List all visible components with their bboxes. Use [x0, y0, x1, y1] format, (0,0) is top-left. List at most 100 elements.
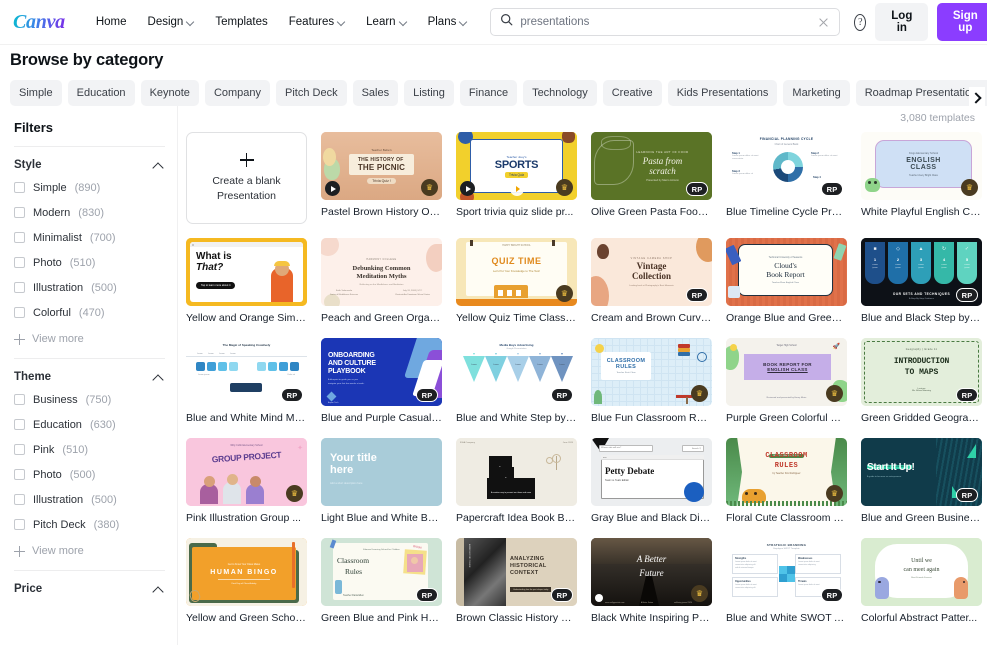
template-thumbnail[interactable]: Your titlehere Add a short description h…: [321, 438, 442, 506]
checkbox[interactable]: [14, 469, 25, 480]
template-title[interactable]: Pastel Brown History Of ...: [321, 206, 442, 218]
checkbox[interactable]: [14, 419, 25, 430]
template-thumbnail[interactable]: A Better Future www.reallygreatsite.com …: [591, 538, 712, 606]
filter-group-header[interactable]: Price: [14, 583, 165, 599]
filter-option[interactable]: Illustration(500): [14, 275, 165, 300]
template-thumbnail[interactable]: The Magic of Speaking Creatively LoremLo…: [186, 338, 307, 406]
filter-option[interactable]: Modern(830): [14, 200, 165, 225]
template-title[interactable]: Blue and White Step by S...: [456, 412, 577, 424]
category-chip[interactable]: Company: [205, 80, 270, 106]
checkbox[interactable]: [14, 257, 25, 268]
template-title[interactable]: Brown Classic History Ed...: [456, 612, 577, 624]
category-chip[interactable]: Technology: [523, 80, 597, 106]
template-thumbnail[interactable]: HAPPY BRIGHT SCHOOL QUIZ TIME Let's Put …: [456, 238, 577, 306]
template-thumbnail[interactable]: LEARNING THE ART OF FOOD Pasta from scra…: [591, 132, 712, 200]
template-thumbnail[interactable]: 🚀 Target High School BOOK REPORT FOR ENG…: [726, 338, 847, 406]
template-thumbnail[interactable]: IDEA Company June 2024 Idea Book A creat…: [456, 438, 577, 506]
category-chip[interactable]: Listing: [404, 80, 454, 106]
template-thumbnail[interactable]: VINTAGE CAMERA SHOP Vintage Collection L…: [591, 238, 712, 306]
nav-item-features[interactable]: Features: [280, 10, 354, 34]
template-thumbnail[interactable]: HARMONY COLLEGE Debunking CommonMeditati…: [321, 238, 442, 306]
filter-option[interactable]: Photo(510): [14, 250, 165, 275]
template-title[interactable]: Black White Inspiring Ph...: [591, 612, 712, 624]
filter-group-header[interactable]: Theme: [14, 371, 165, 387]
template-title[interactable]: Peach and Green Organic...: [321, 312, 442, 324]
search-input[interactable]: [520, 16, 810, 28]
category-chip[interactable]: Marketing: [783, 80, 849, 106]
template-thumbnail[interactable]: Media Buys Advertising Google Presentati…: [456, 338, 577, 406]
nav-item-learn[interactable]: Learn: [357, 10, 415, 34]
filter-option[interactable]: Pink(510): [14, 437, 165, 462]
checkbox[interactable]: [14, 207, 25, 218]
template-title[interactable]: Gray Blue and Black Digit...: [591, 512, 712, 524]
template-thumbnail[interactable]: STRATEGIC BRANDING Employee SWOT Templat…: [726, 538, 847, 606]
template-title[interactable]: Purple Green Colorful Pa...: [726, 412, 847, 424]
nav-item-home[interactable]: Home: [87, 10, 136, 34]
nav-item-design[interactable]: Design: [139, 10, 204, 34]
template-thumbnail[interactable]: ■ 1 Loremipsum ◇ 2 Loremipsum ▲ 3 Loremi…: [861, 238, 982, 306]
play-icon[interactable]: [460, 181, 475, 196]
template-title[interactable]: Floral Cute Classroom R...: [726, 512, 847, 524]
template-title[interactable]: Olive Green Pasta Food R...: [591, 206, 712, 218]
help-icon[interactable]: ?: [854, 14, 866, 31]
template-thumbnail[interactable]: Get to Know Your Class Mates HUMAN BINGO…: [186, 538, 307, 606]
template-title[interactable]: Pink Illustration Group ...: [186, 512, 307, 524]
template-thumbnail[interactable]: CLASSROOM RULES Teacher Kirsti Chan ♛: [591, 338, 712, 406]
template-thumbnail[interactable]: A BRIEF HISTORY COURSE ANALYZINGHISTORIC…: [456, 538, 577, 606]
checkbox[interactable]: [14, 394, 25, 405]
filter-option[interactable]: Minimalist(700): [14, 225, 165, 250]
template-title[interactable]: Blue Timeline Cycle Pres...: [726, 206, 847, 218]
template-title[interactable]: Yellow Quiz Time Class Ill...: [456, 312, 577, 324]
chips-next-arrow-icon[interactable]: [969, 87, 985, 109]
filter-option[interactable]: Business(750): [14, 387, 165, 412]
template-title[interactable]: Blue Fun Classroom Rule...: [591, 412, 712, 424]
template-thumbnail[interactable]: Teacher Joey's SPORTS Trivia Quiz♛: [456, 132, 577, 200]
template-title[interactable]: Green Gridded Geograp...: [861, 412, 982, 424]
category-chip[interactable]: Finance: [460, 80, 517, 106]
checkbox[interactable]: [14, 232, 25, 243]
signup-button[interactable]: Sign up: [937, 3, 987, 41]
checkbox[interactable]: [14, 519, 25, 530]
template-thumbnail[interactable]: Willy Cobb Elementary School GROUP PROJE…: [186, 438, 307, 506]
checkbox[interactable]: [14, 494, 25, 505]
template-title[interactable]: Colorful Abstract Patter...: [861, 612, 982, 624]
category-chip[interactable]: Kids Presentations: [668, 80, 778, 106]
template-thumbnail[interactable]: Whose side will win? Search ⚲ ●●● Petty …: [591, 438, 712, 506]
template-title[interactable]: Blue and White SWOT An...: [726, 612, 847, 624]
play-icon[interactable]: [325, 181, 340, 196]
template-title[interactable]: Sport trivia quiz slide pr...: [456, 206, 577, 218]
template-thumbnail[interactable]: Until we can meet again Best Friends For…: [861, 538, 982, 606]
template-thumbnail[interactable]: FINANCIAL PLANNING CYCLE Chart of Genera…: [726, 132, 847, 200]
play-preview-icon[interactable]: [510, 182, 524, 196]
nav-item-templates[interactable]: Templates: [206, 10, 276, 34]
template-title[interactable]: Green Blue and Pink Han...: [321, 612, 442, 624]
template-title[interactable]: Blue and Green Business ...: [861, 512, 982, 524]
category-chip[interactable]: Keynote: [141, 80, 199, 106]
template-thumbnail[interactable]: ONBOARDINGAND CULTUREPLAYBOOK A blueprin…: [321, 338, 442, 406]
category-chip[interactable]: Roadmap Presentations: [856, 80, 987, 106]
category-chip[interactable]: Sales: [353, 80, 399, 106]
view-more-button[interactable]: View more: [14, 537, 165, 559]
login-button[interactable]: Log in: [875, 3, 928, 41]
template-title[interactable]: Papercraft Idea Book Bra...: [456, 512, 577, 524]
template-thumbnail[interactable]: Edmond Learning School for Children Clas…: [321, 538, 442, 606]
search-box[interactable]: [490, 8, 840, 36]
clear-search-icon[interactable]: [817, 16, 830, 29]
template-title[interactable]: Blue and Black Step by St...: [861, 312, 982, 324]
filter-option[interactable]: Colorful(470): [14, 300, 165, 325]
filter-option[interactable]: Simple(890): [14, 175, 165, 200]
template-thumbnail[interactable]: REALLY GREAT SCHOOL CLASSROOM RULES by T…: [726, 438, 847, 506]
filter-option[interactable]: Illustration(500): [14, 487, 165, 512]
template-title[interactable]: Yellow and Orange Simpl...: [186, 312, 307, 324]
template-thumbnail[interactable]: Technical University of Seasons Cloud's …: [726, 238, 847, 306]
template-thumbnail[interactable]: Geography | Grade 11 INTRODUCTION TO MAP…: [861, 338, 982, 406]
template-title[interactable]: Blue and Purple Casual C...: [321, 412, 442, 424]
template-title[interactable]: Cream and Brown Curvy ...: [591, 312, 712, 324]
filter-option[interactable]: Photo(500): [14, 462, 165, 487]
filter-option[interactable]: Education(630): [14, 412, 165, 437]
category-chip[interactable]: Pitch Deck: [276, 80, 347, 106]
view-more-button[interactable]: View more: [14, 325, 165, 347]
template-title[interactable]: White Playful English Cla...: [861, 206, 982, 218]
template-thumbnail[interactable]: BLUE SOLUTIONS, INC. PRESENTS Start It U…: [861, 438, 982, 506]
checkbox[interactable]: [14, 282, 25, 293]
